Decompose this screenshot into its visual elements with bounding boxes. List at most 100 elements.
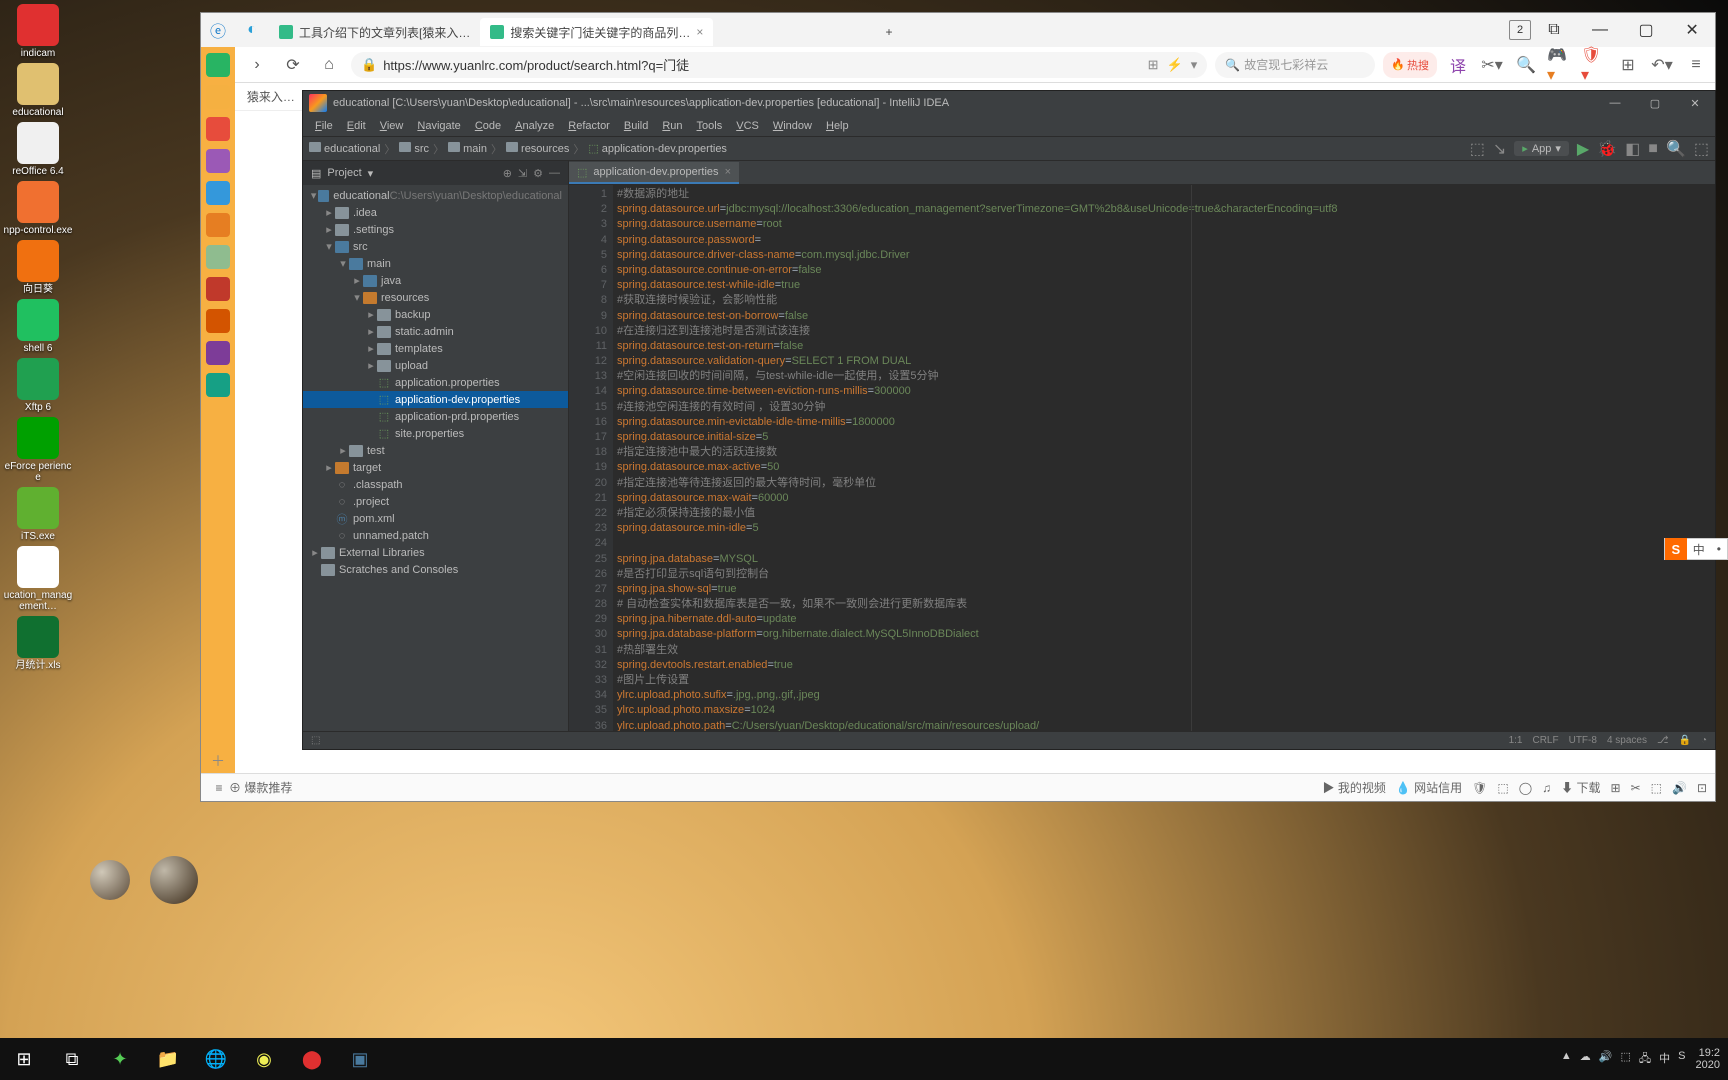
status-item[interactable]: ♫	[1542, 781, 1551, 795]
status-item[interactable]: ◯	[1519, 781, 1532, 795]
tree-node[interactable]: ▸backup	[303, 306, 568, 323]
menu-build[interactable]: Build	[618, 118, 654, 134]
tray-icon[interactable]: 🔊	[1599, 1050, 1613, 1069]
taskbar-button[interactable]: ✦	[96, 1038, 144, 1080]
browser-tab[interactable]: 工具介绍下的文章列表[猿来入…	[269, 18, 480, 46]
tree-node[interactable]: ▸templates	[303, 340, 568, 357]
taskbar-button[interactable]: ◉	[240, 1038, 288, 1080]
bookmark-item[interactable]: 猿来入…	[247, 88, 295, 105]
status-item[interactable]: 🛡	[1472, 781, 1487, 795]
sidebar-app-icon[interactable]	[206, 53, 230, 77]
tree-node[interactable]: ◌.project	[303, 493, 568, 510]
translate-icon[interactable]: 译	[1445, 52, 1471, 78]
desktop-icon[interactable]: npp-control.exe	[0, 181, 76, 236]
tree-node[interactable]: ⬚application.properties	[303, 374, 568, 391]
settings-icon[interactable]: ⬚	[1694, 139, 1709, 159]
menu-vcs[interactable]: VCS	[730, 118, 765, 134]
desktop-icon[interactable]: 向日葵	[0, 240, 76, 295]
sidebar-app-icon[interactable]	[206, 213, 230, 237]
menu-file[interactable]: File	[309, 118, 339, 134]
browser-menu-icon[interactable]: ⧉	[1531, 13, 1577, 47]
menu-analyze[interactable]: Analyze	[509, 118, 560, 134]
tray-icon[interactable]: ▲	[1561, 1050, 1572, 1069]
tray-icon[interactable]: 🖧	[1639, 1050, 1651, 1069]
desktop-icon[interactable]: indicam	[0, 4, 76, 59]
shield-icon[interactable]: 🛡▾	[1581, 52, 1607, 78]
forward-button[interactable]: ›	[243, 51, 271, 79]
status-item[interactable]: ⬚	[1497, 781, 1508, 795]
sidebar-app-icon[interactable]	[206, 341, 230, 365]
bolt-icon[interactable]: ⚡	[1167, 57, 1183, 73]
hamburger-icon[interactable]: ≡	[1683, 52, 1709, 78]
tree-node[interactable]: ▸.settings	[303, 221, 568, 238]
dropdown-icon[interactable]: ▾	[1191, 57, 1198, 73]
hammer-icon[interactable]: ↘	[1493, 139, 1506, 159]
game-icon[interactable]: 🎮▾	[1547, 52, 1573, 78]
taskbar-button[interactable]: 🌐	[192, 1038, 240, 1080]
sidebar-toggle-icon[interactable]: ≡	[209, 781, 229, 795]
tray-icon[interactable]: ⬚	[1621, 1050, 1631, 1069]
menu-edit[interactable]: Edit	[341, 118, 372, 134]
desktop-icon[interactable]: reOffice 6.4	[0, 122, 76, 177]
tree-node[interactable]: ⬚application-dev.properties	[303, 391, 568, 408]
reload-button[interactable]: ⟳	[279, 51, 307, 79]
qr-icon[interactable]: ⊞	[1148, 57, 1159, 73]
status-item[interactable]: ▶ 我的视频	[1323, 779, 1386, 796]
tree-node[interactable]: ⓜpom.xml	[303, 510, 568, 527]
tree-node[interactable]: ▸External Libraries	[303, 544, 568, 561]
status-item[interactable]: ⬇ 下载	[1561, 779, 1600, 796]
home-button[interactable]: ⌂	[315, 51, 343, 79]
tree-node[interactable]: Scratches and Consoles	[303, 561, 568, 578]
undo-icon[interactable]: ↶▾	[1649, 52, 1675, 78]
url-input[interactable]: 🔒 https://www.yuanlrc.com/product/search…	[351, 52, 1207, 78]
menu-code[interactable]: Code	[469, 118, 507, 134]
new-tab-button[interactable]: +	[876, 18, 903, 46]
ime-dot[interactable]: •	[1711, 542, 1727, 556]
status-item[interactable]: ⬚	[1651, 781, 1662, 795]
search-input[interactable]: 🔍 故宫现七彩祥云	[1215, 52, 1375, 78]
coverage-button[interactable]: ◧	[1625, 139, 1640, 159]
tree-node[interactable]: ▸java	[303, 272, 568, 289]
ime-lang[interactable]: 中	[1687, 541, 1711, 558]
desktop-icon[interactable]: 月统计.xls	[0, 616, 76, 671]
tree-node[interactable]: ▸test	[303, 442, 568, 459]
menu-navigate[interactable]: Navigate	[411, 118, 466, 134]
sidebar-app-icon[interactable]	[206, 277, 230, 301]
tree-node[interactable]: ▸upload	[303, 357, 568, 374]
line-separator[interactable]: CRLF	[1532, 735, 1558, 746]
close-tab-icon[interactable]: ×	[725, 166, 731, 178]
ide-minimize-button[interactable]: —	[1595, 86, 1635, 120]
tree-node[interactable]: ▸static.admin	[303, 323, 568, 340]
sidebar-app-icon[interactable]	[206, 117, 230, 141]
menu-refactor[interactable]: Refactor	[562, 118, 616, 134]
tree-node[interactable]: ▾resources	[303, 289, 568, 306]
tab-count-badge[interactable]: 2	[1509, 20, 1531, 40]
tree-node[interactable]: ▾educational C:\Users\yuan\Desktop\educa…	[303, 187, 568, 204]
search-everywhere-icon[interactable]: 🔍	[1666, 139, 1686, 159]
status-item[interactable]: ⊡	[1697, 781, 1707, 795]
close-button[interactable]: ✕	[1669, 13, 1715, 47]
tree-node[interactable]: ◌unnamed.patch	[303, 527, 568, 544]
taskbar-clock[interactable]: 19:22020	[1696, 1047, 1720, 1071]
build-icon[interactable]: ⬚	[1470, 139, 1485, 159]
desktop-icon[interactable]: eForce perience	[0, 417, 76, 483]
file-encoding[interactable]: UTF-8	[1569, 735, 1597, 746]
zoom-icon[interactable]: 🔍	[1513, 52, 1539, 78]
desktop-icon[interactable]: Xftp 6	[0, 358, 76, 413]
sidebar-app-icon[interactable]	[206, 149, 230, 173]
status-item[interactable]: 💧 网站信用	[1396, 779, 1462, 796]
lock-icon[interactable]: 🔒	[1679, 735, 1691, 746]
ide-maximize-button[interactable]: ▢	[1635, 86, 1675, 120]
tree-node[interactable]: ⬚application-prd.properties	[303, 408, 568, 425]
code-content[interactable]: #数据源的地址spring.datasource.url=jdbc:mysql:…	[613, 185, 1715, 731]
locate-icon[interactable]: ⊕	[503, 167, 512, 180]
gear-icon[interactable]: ⚙	[533, 167, 543, 180]
ime-sogou-icon[interactable]: S	[1665, 538, 1687, 560]
breadcrumbs[interactable]: educational〉 src〉 main〉 resources〉⬚ appl…	[309, 141, 727, 157]
desktop-icon[interactable]: educational	[0, 63, 76, 118]
indent-setting[interactable]: 4 spaces	[1607, 735, 1647, 746]
maximize-button[interactable]: ▢	[1623, 13, 1669, 47]
hot-tag[interactable]: 🔥热搜	[1383, 52, 1437, 78]
menu-help[interactable]: Help	[820, 118, 855, 134]
collapse-icon[interactable]: ⇲	[518, 167, 527, 180]
